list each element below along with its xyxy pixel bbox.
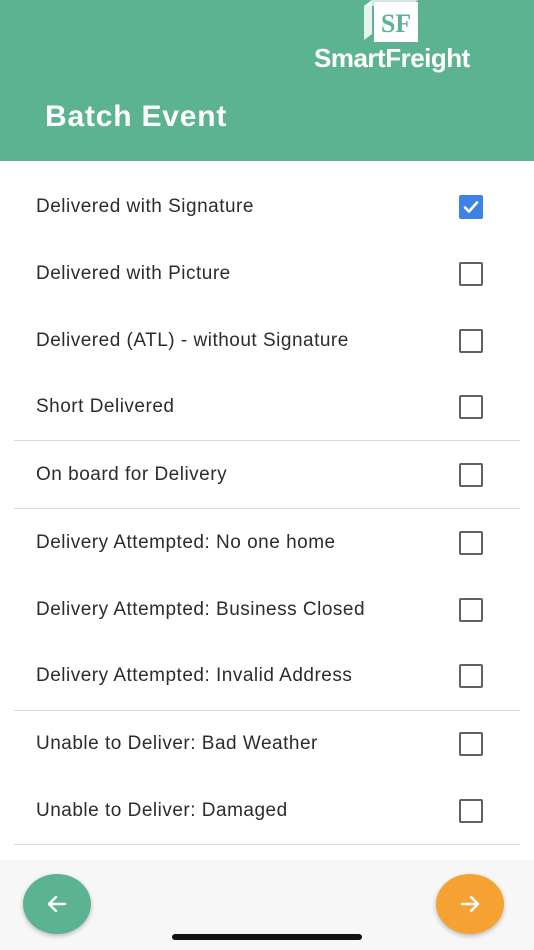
event-label: On board for Delivery	[36, 463, 228, 485]
checkmark-icon	[463, 200, 479, 213]
event-row-business-closed[interactable]: Delivery Attempted: Business Closed	[0, 576, 534, 643]
app-header: SF SmartFreight Batch Event	[0, 0, 534, 161]
event-label: Delivered with Picture	[36, 262, 231, 284]
event-row-invalid-address[interactable]: Delivery Attempted: Invalid Address	[0, 642, 534, 709]
home-indicator	[172, 934, 362, 940]
brand-name: SmartFreight	[314, 43, 470, 73]
event-label: Delivered with Signature	[36, 195, 254, 217]
next-button[interactable]	[436, 874, 504, 934]
event-checkbox[interactable]	[459, 731, 483, 756]
event-label: Short Delivered	[36, 395, 175, 417]
event-label: Unable to Deliver: Damaged	[36, 799, 288, 821]
event-checkbox[interactable]	[459, 462, 483, 487]
event-row-damaged[interactable]: Unable to Deliver: Damaged	[0, 777, 534, 844]
event-checkbox[interactable]	[459, 394, 483, 419]
event-checkbox[interactable]	[459, 328, 483, 353]
event-row-delivered-with-picture[interactable]: Delivered with Picture	[0, 240, 534, 307]
event-row-no-one-home[interactable]: Delivery Attempted: No one home	[0, 509, 534, 576]
event-checkbox[interactable]	[459, 663, 483, 688]
smartfreight-logo: SF SmartFreight	[314, 0, 484, 80]
event-row-delivered-atl[interactable]: Delivered (ATL) - without Signature	[0, 307, 534, 374]
event-label: Delivery Attempted: Business Closed	[36, 598, 366, 620]
event-checkbox[interactable]	[459, 798, 483, 823]
event-row-on-board[interactable]: On board for Delivery	[0, 441, 534, 508]
event-row-bad-weather[interactable]: Unable to Deliver: Bad Weather	[0, 710, 534, 777]
event-label: Delivery Attempted: No one home	[36, 531, 336, 553]
event-row-delivered-with-signature[interactable]: Delivered with Signature	[0, 173, 534, 240]
page-title: Batch Event	[45, 100, 228, 133]
event-checkbox[interactable]	[459, 261, 483, 286]
group-divider	[14, 844, 520, 845]
event-label: Delivered (ATL) - without Signature	[36, 329, 349, 351]
event-checkbox[interactable]	[459, 530, 483, 555]
event-row-short-delivered[interactable]: Short Delivered	[0, 373, 534, 440]
event-checkbox[interactable]	[459, 597, 483, 622]
arrow-left-icon	[47, 895, 67, 913]
box-logo-icon: SF	[364, 0, 418, 42]
event-checkbox[interactable]	[459, 194, 483, 219]
back-button[interactable]	[23, 874, 91, 934]
logo-mark-text: SF	[381, 9, 411, 38]
event-label: Delivery Attempted: Invalid Address	[36, 664, 353, 686]
event-label: Unable to Deliver: Bad Weather	[36, 732, 318, 754]
batch-event-screen: SF SmartFreight Batch Event Delivered wi…	[0, 0, 534, 950]
arrow-right-icon	[460, 895, 480, 913]
